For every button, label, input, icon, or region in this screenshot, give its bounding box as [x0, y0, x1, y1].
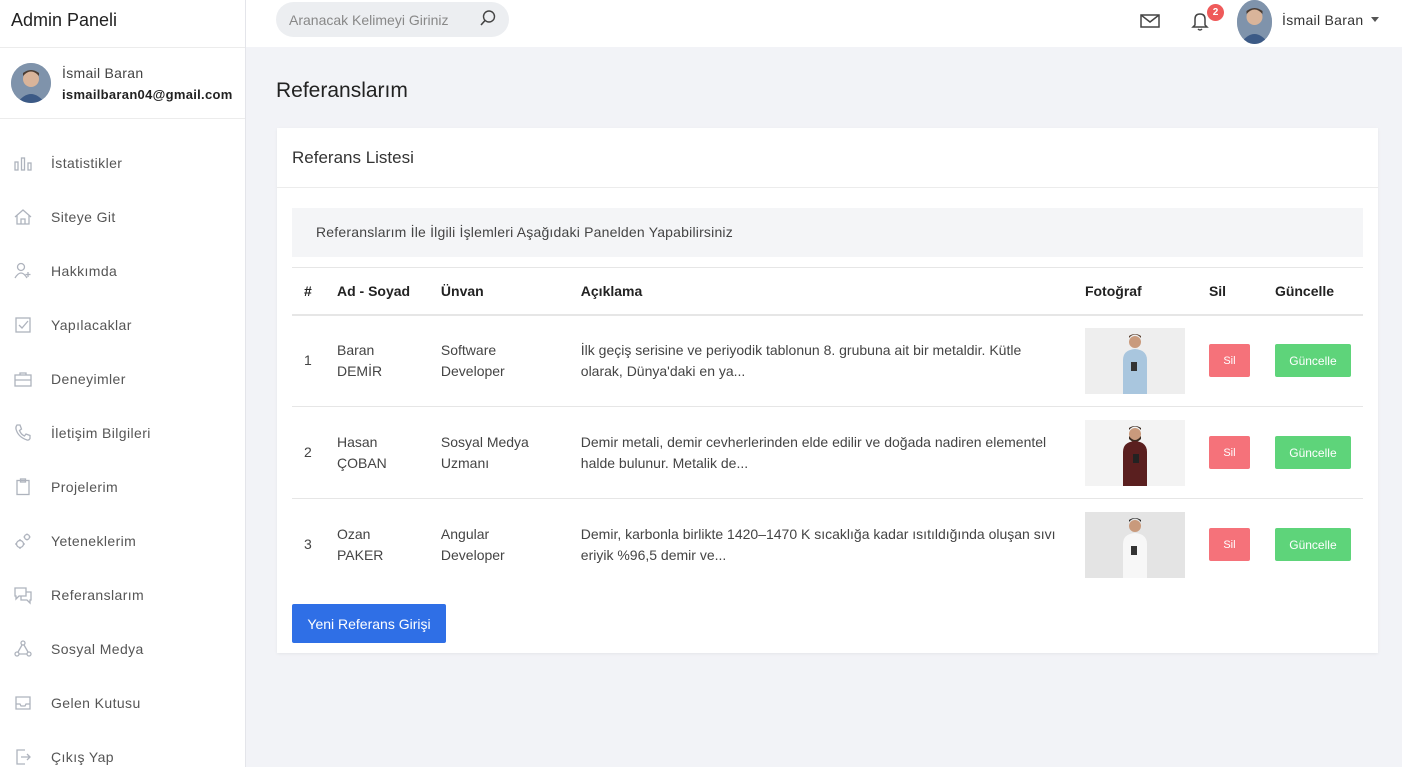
share-icon: [12, 638, 34, 660]
row-name: Baran DEMİR: [324, 314, 429, 407]
profile-name: İsmail Baran: [62, 64, 144, 81]
row-description: İlk geçiş serisine ve periyodik tablonun…: [568, 314, 1073, 407]
inbox-icon: [12, 692, 34, 714]
column-header: Sil: [1196, 267, 1263, 316]
phone-icon: [12, 422, 34, 444]
profile-email: ismailbaran04@gmail.com: [62, 86, 233, 102]
sidebar-item-sosyal-medya[interactable]: Sosyal Medya: [0, 622, 245, 676]
briefcase-icon: [12, 368, 34, 390]
row-description: Demir, karbonla birlikte 1420–1470 K sıc…: [580, 525, 1056, 563]
search-input[interactable]: [289, 11, 469, 28]
row-title: Sosyal Medya Uzmanı: [428, 406, 569, 499]
card-title: Referans Listesi: [277, 128, 1378, 188]
table-row: 1 Baran DEMİR Software Developer İlk geç…: [292, 314, 1363, 407]
header-user-name[interactable]: İsmail Baran: [1282, 12, 1363, 28]
column-header: #: [292, 267, 325, 316]
search-icon[interactable]: [479, 9, 497, 30]
column-header: Ünvan: [428, 267, 569, 316]
delete-button[interactable]: Sil: [1208, 528, 1250, 562]
info-alert: Referanslarım İle İlgili İşlemleri Aşağı…: [292, 208, 1363, 257]
sidebar-item-projelerim[interactable]: Projelerim: [0, 460, 245, 514]
update-button[interactable]: Güncelle: [1274, 436, 1351, 469]
row-title: Software Developer: [428, 314, 569, 407]
column-header: Ad - Soyad: [324, 267, 429, 316]
chat-icon: [12, 584, 34, 606]
sidebar-item-label: Gelen Kutusu: [51, 695, 141, 711]
reference-table: # Ad - Soyad Ünvan Açıklama Fotoğraf Sil…: [292, 267, 1363, 591]
sidebar-nav: İstatistikler Siteye Git Hakkımda Yapıla…: [0, 119, 245, 767]
gears-icon: [12, 530, 34, 552]
sidebar-item-label: Yapılacaklar: [51, 317, 132, 333]
page-title: Referanslarım: [276, 79, 408, 102]
row-description: Demir metali, demir cevherlerinden elde …: [568, 406, 1073, 499]
sidebar-profile: İsmail Baran ismailbaran04@gmail.com: [0, 48, 245, 119]
sidebar-item-yapilacaklar[interactable]: Yapılacaklar: [0, 298, 245, 352]
row-title: Angular Developer: [440, 525, 505, 563]
sidebar-item-hakkimda[interactable]: Hakkımda: [0, 244, 245, 298]
header-avatar[interactable]: [1237, 0, 1272, 44]
column-header: Açıklama: [568, 267, 1073, 316]
sidebar-item-label: Siteye Git: [51, 209, 116, 225]
row-name: Hasan ÇOBAN: [324, 406, 429, 499]
sidebar-item-referanslarim[interactable]: Referanslarım: [0, 568, 245, 622]
sidebar-item-label: Deneyimler: [51, 371, 126, 387]
reference-photo: [1084, 327, 1185, 394]
sidebar-item-yeteneklerim[interactable]: Yeteneklerim: [0, 514, 245, 568]
checkbox-icon: [12, 314, 34, 336]
sidebar-item-istatistikler[interactable]: İstatistikler: [0, 136, 245, 190]
sidebar-item-siteye-git[interactable]: Siteye Git: [0, 190, 245, 244]
new-reference-button[interactable]: Yeni Referans Girişi: [292, 604, 446, 643]
row-number: 3: [304, 536, 312, 553]
notification-badge: 2: [1207, 4, 1224, 21]
sidebar-item-label: Hakkımda: [51, 263, 118, 279]
sidebar-item-label: İstatistikler: [51, 155, 123, 171]
delete-button[interactable]: Sil: [1208, 344, 1250, 378]
row-number: 2: [292, 406, 325, 499]
column-header: Güncelle: [1262, 267, 1363, 316]
sidebar-item-label: İletişim Bilgileri: [51, 425, 151, 441]
reference-card: Referans Listesi Referanslarım İle İlgil…: [277, 128, 1378, 653]
sidebar-item-label: Yeteneklerim: [51, 533, 137, 549]
home-icon: [12, 206, 34, 228]
row-number: 1: [292, 314, 325, 407]
search-box: [276, 2, 509, 37]
table-row: 3 Ozan PAKER Angular Developer Demir, ka…: [292, 499, 1363, 591]
mail-icon[interactable]: [1139, 11, 1161, 34]
reference-photo: [1084, 419, 1185, 486]
clipboard-icon: [12, 476, 34, 498]
reference-photo: [1084, 511, 1185, 578]
update-button[interactable]: Güncelle: [1274, 528, 1351, 562]
sidebar-item-iletisim[interactable]: İletişim Bilgileri: [0, 406, 245, 460]
sidebar-item-gelen-kutusu[interactable]: Gelen Kutusu: [0, 676, 245, 730]
sidebar-item-label: Çıkış Yap: [51, 749, 114, 765]
sidebar-item-label: Referanslarım: [51, 587, 145, 603]
table-row: 2 Hasan ÇOBAN Sosyal Medya Uzmanı Demir …: [292, 406, 1363, 499]
sidebar: Admin Paneli İsmail Baran ismailbaran04@…: [0, 0, 246, 767]
chevron-down-icon[interactable]: [1371, 17, 1379, 22]
column-header: Fotoğraf: [1072, 267, 1197, 316]
brand-title: Admin Paneli: [0, 0, 245, 48]
update-button[interactable]: Güncelle: [1274, 344, 1351, 378]
top-header: 2 İsmail Baran: [246, 0, 1402, 47]
sidebar-item-label: Sosyal Medya: [51, 641, 144, 657]
avatar: [11, 63, 51, 103]
row-name: Ozan PAKER: [336, 525, 384, 563]
delete-button[interactable]: Sil: [1208, 436, 1250, 469]
logout-icon: [12, 746, 34, 767]
user-icon: [12, 260, 34, 282]
sidebar-item-label: Projelerim: [51, 479, 119, 495]
chart-icon: [12, 152, 34, 174]
sidebar-item-cikis[interactable]: Çıkış Yap: [0, 730, 245, 767]
sidebar-item-deneyimler[interactable]: Deneyimler: [0, 352, 245, 406]
